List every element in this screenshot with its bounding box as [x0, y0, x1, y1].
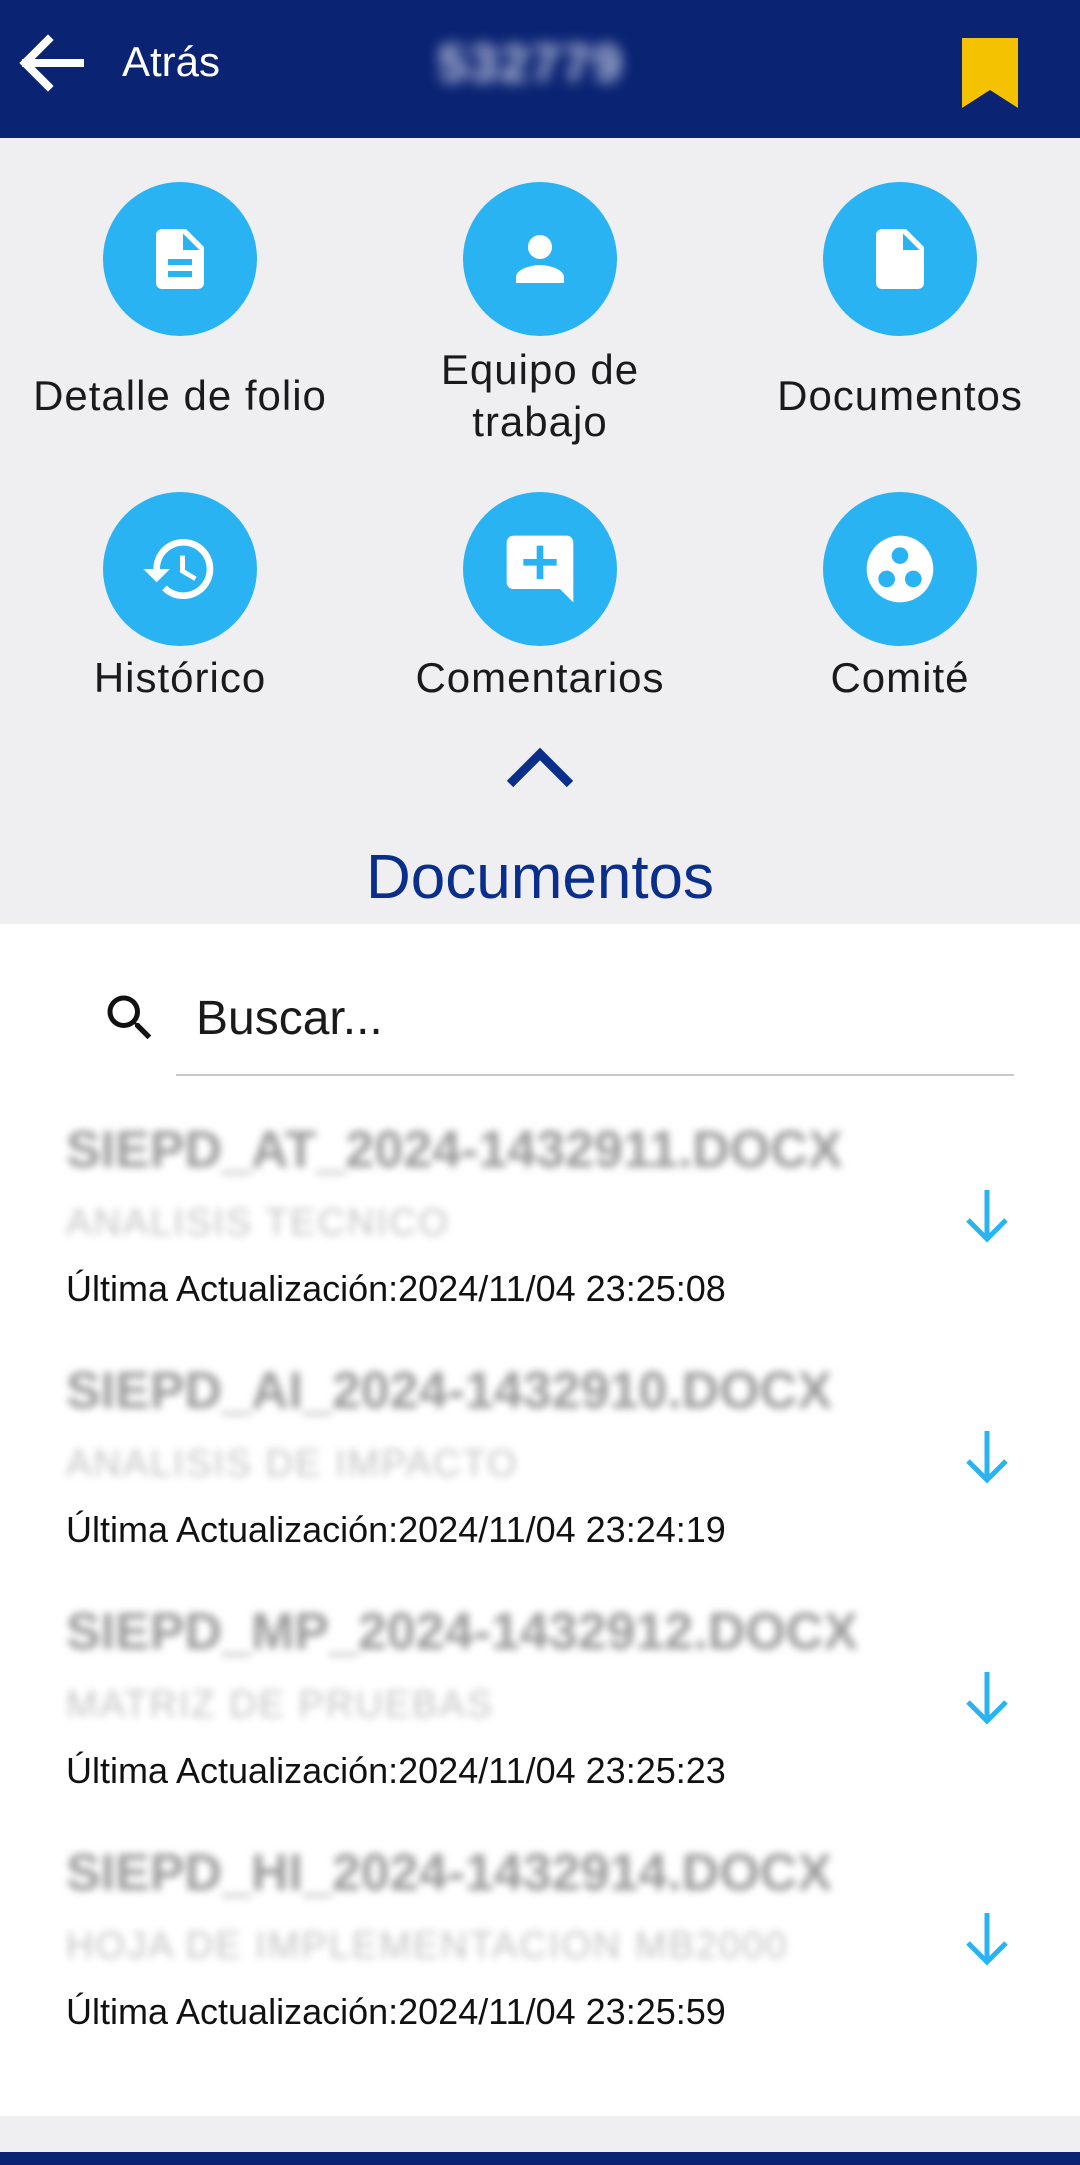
- document-name: SIEPD_HI_2024-1432914.DOCX: [66, 1844, 833, 1902]
- bottom-bar-edge: [0, 2152, 1080, 2165]
- top-app-bar: Atrás 532779: [0, 0, 1080, 138]
- document-type: ANALISIS DE IMPACTO: [66, 1443, 519, 1485]
- document-item[interactable]: SIEPD_AI_2024-1432910.DOCX ANALISIS DE I…: [0, 1361, 1080, 1601]
- menu-item-equipo-trabajo[interactable]: Equipo de trabajo: [360, 182, 720, 448]
- back-arrow-icon[interactable]: [14, 26, 88, 100]
- menu-item-comite[interactable]: Comité: [720, 492, 1080, 704]
- menu-label: Documentos: [777, 372, 1023, 419]
- document-updated: Última Actualización:2024/11/04 23:24:19: [66, 1509, 726, 1550]
- document-item[interactable]: SIEPD_MP_2024-1432912.DOCX MATRIZ DE PRU…: [0, 1602, 1080, 1842]
- menu-label: Comentarios: [415, 654, 665, 701]
- download-icon[interactable]: [960, 1184, 1014, 1248]
- add-comment-icon: [463, 492, 617, 646]
- document-updated: Última Actualización:2024/11/04 23:25:08: [66, 1268, 726, 1309]
- document-name: SIEPD_AI_2024-1432910.DOCX: [66, 1362, 833, 1420]
- menu-label: Detalle de folio: [33, 372, 327, 419]
- section-title: Documentos: [365, 843, 715, 912]
- document-updated: Última Actualización:2024/11/04 23:25:23: [66, 1750, 726, 1791]
- menu-label: Histórico: [93, 654, 267, 701]
- group-circles-icon: [823, 492, 977, 646]
- document-type: MATRIZ DE PRUEBAS: [66, 1684, 495, 1726]
- search-underline: [176, 1074, 1014, 1076]
- document-name: SIEPD_AT_2024-1432911.DOCX: [66, 1121, 843, 1179]
- download-icon[interactable]: [960, 1666, 1014, 1730]
- document-lines-icon: [103, 182, 257, 336]
- document-item[interactable]: SIEPD_HI_2024-1432914.DOCX HOJA DE IMPLE…: [0, 1843, 1080, 2083]
- back-label[interactable]: Atrás: [122, 38, 220, 86]
- documents-panel: SIEPD_AT_2024-1432911.DOCX ANALISIS TECN…: [0, 924, 1080, 2116]
- folio-id: 532779: [438, 35, 624, 93]
- history-icon: [103, 492, 257, 646]
- menu-label: Equipo de trabajo: [440, 346, 640, 445]
- menu-item-documentos[interactable]: Documentos: [720, 182, 1080, 422]
- chevron-up-icon[interactable]: [500, 740, 580, 796]
- document-item[interactable]: SIEPD_AT_2024-1432911.DOCX ANALISIS TECN…: [0, 1120, 1080, 1360]
- menu-item-historico[interactable]: Histórico: [0, 492, 360, 704]
- person-icon: [463, 182, 617, 336]
- document-type: ANALISIS TECNICO: [66, 1202, 450, 1244]
- bookmark-icon[interactable]: [962, 38, 1018, 108]
- menu-label: Comité: [830, 654, 970, 701]
- document-updated: Última Actualización:2024/11/04 23:25:59: [66, 1991, 726, 2032]
- document-type: HOJA DE IMPLEMENTACION MB2000: [66, 1925, 789, 1967]
- menu-item-comentarios[interactable]: Comentarios: [360, 492, 720, 704]
- menu-item-detalle-folio[interactable]: Detalle de folio: [0, 182, 360, 422]
- search-input[interactable]: [196, 978, 1016, 1058]
- file-icon: [823, 182, 977, 336]
- document-name: SIEPD_MP_2024-1432912.DOCX: [66, 1603, 859, 1661]
- download-icon[interactable]: [960, 1907, 1014, 1971]
- download-icon[interactable]: [960, 1425, 1014, 1489]
- search-icon: [100, 988, 160, 1048]
